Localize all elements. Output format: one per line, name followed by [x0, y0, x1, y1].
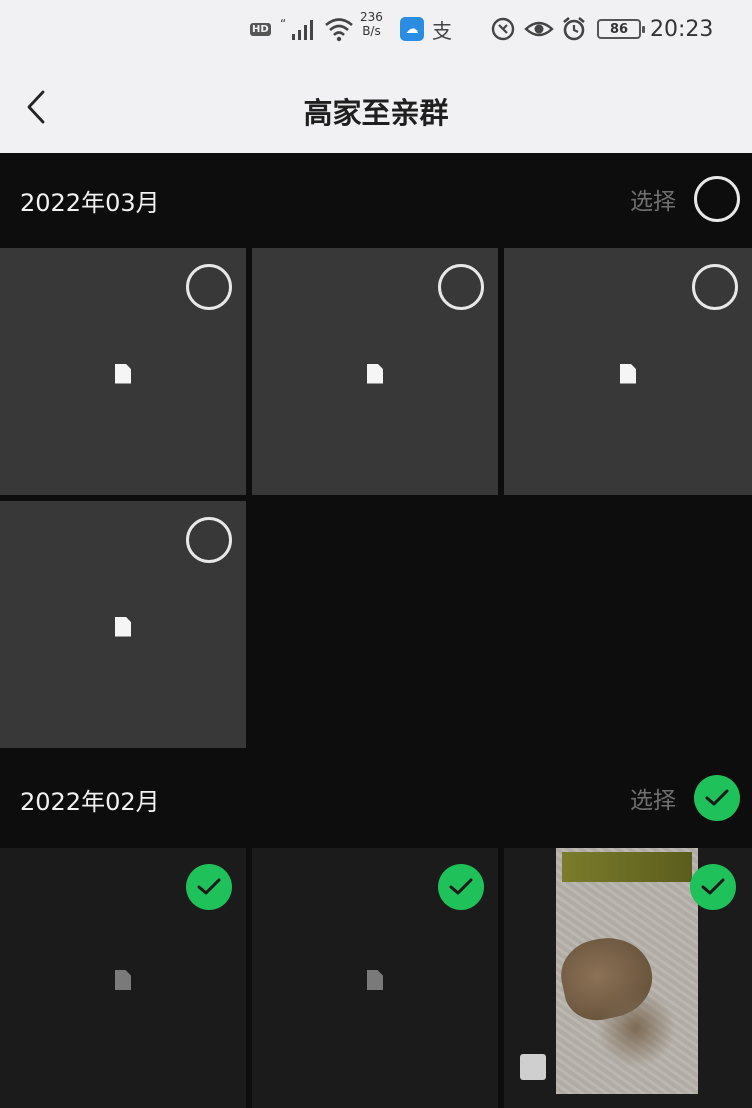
select-circle-icon[interactable] — [186, 264, 232, 310]
section-date: 2022年02月 — [20, 788, 160, 816]
net-speed: 236 B/s — [360, 10, 383, 38]
check-icon[interactable] — [438, 864, 484, 910]
video-thumbnail[interactable] — [556, 848, 698, 1094]
alarm-icon — [560, 12, 588, 46]
page-title: 高家至亲群 — [303, 96, 449, 130]
file-tile[interactable] — [252, 248, 498, 495]
select-label: 选择 — [630, 788, 676, 814]
check-icon[interactable] — [186, 864, 232, 910]
thumbnail-caption-banner — [562, 852, 692, 882]
file-icon — [367, 970, 383, 990]
select-circle-icon[interactable] — [186, 517, 232, 563]
cloud-app-icon: ☁ — [400, 12, 424, 46]
file-tile[interactable] — [0, 248, 246, 495]
battery-icon: 86 — [597, 12, 645, 46]
nav-bar: 高家至亲群 — [0, 60, 752, 153]
file-tile-selected[interactable] — [0, 848, 246, 1108]
mute-icon — [490, 12, 516, 46]
alipay-icon: 支 — [432, 18, 452, 43]
status-time: 20:23 — [650, 16, 714, 42]
select-circle-icon[interactable] — [692, 264, 738, 310]
signal-icon: “ — [280, 12, 320, 46]
select-label: 选择 — [630, 189, 676, 215]
file-tile-selected[interactable] — [252, 848, 498, 1108]
file-icon — [367, 363, 383, 384]
section-date: 2022年03月 — [20, 189, 160, 217]
eye-icon — [524, 12, 554, 46]
hd-icon: HD — [250, 22, 271, 36]
check-icon[interactable] — [690, 864, 736, 910]
select-circle-icon[interactable] — [438, 264, 484, 310]
wifi-icon — [324, 12, 354, 46]
check-icon[interactable] — [694, 775, 740, 821]
file-icon — [115, 616, 131, 637]
section-header-2022-02: 2022年02月 选择 — [0, 752, 752, 847]
file-icon — [115, 970, 131, 990]
file-icon — [620, 363, 636, 384]
status-bar: HD “ 236 B/s ☁ 支 86 20:23 — [0, 0, 752, 60]
file-tile[interactable] — [0, 501, 246, 748]
section-select-all-button[interactable]: 选择 — [630, 774, 740, 822]
file-icon — [115, 363, 131, 384]
section-header-2022-03: 2022年03月 选择 — [0, 153, 752, 248]
select-circle-icon[interactable] — [694, 176, 740, 222]
svg-text:“: “ — [280, 17, 286, 31]
file-tile[interactable] — [504, 248, 752, 495]
video-play-icon — [520, 1054, 546, 1080]
section-select-all-button[interactable]: 选择 — [630, 175, 740, 223]
thumbnail-shadow — [596, 988, 676, 1068]
